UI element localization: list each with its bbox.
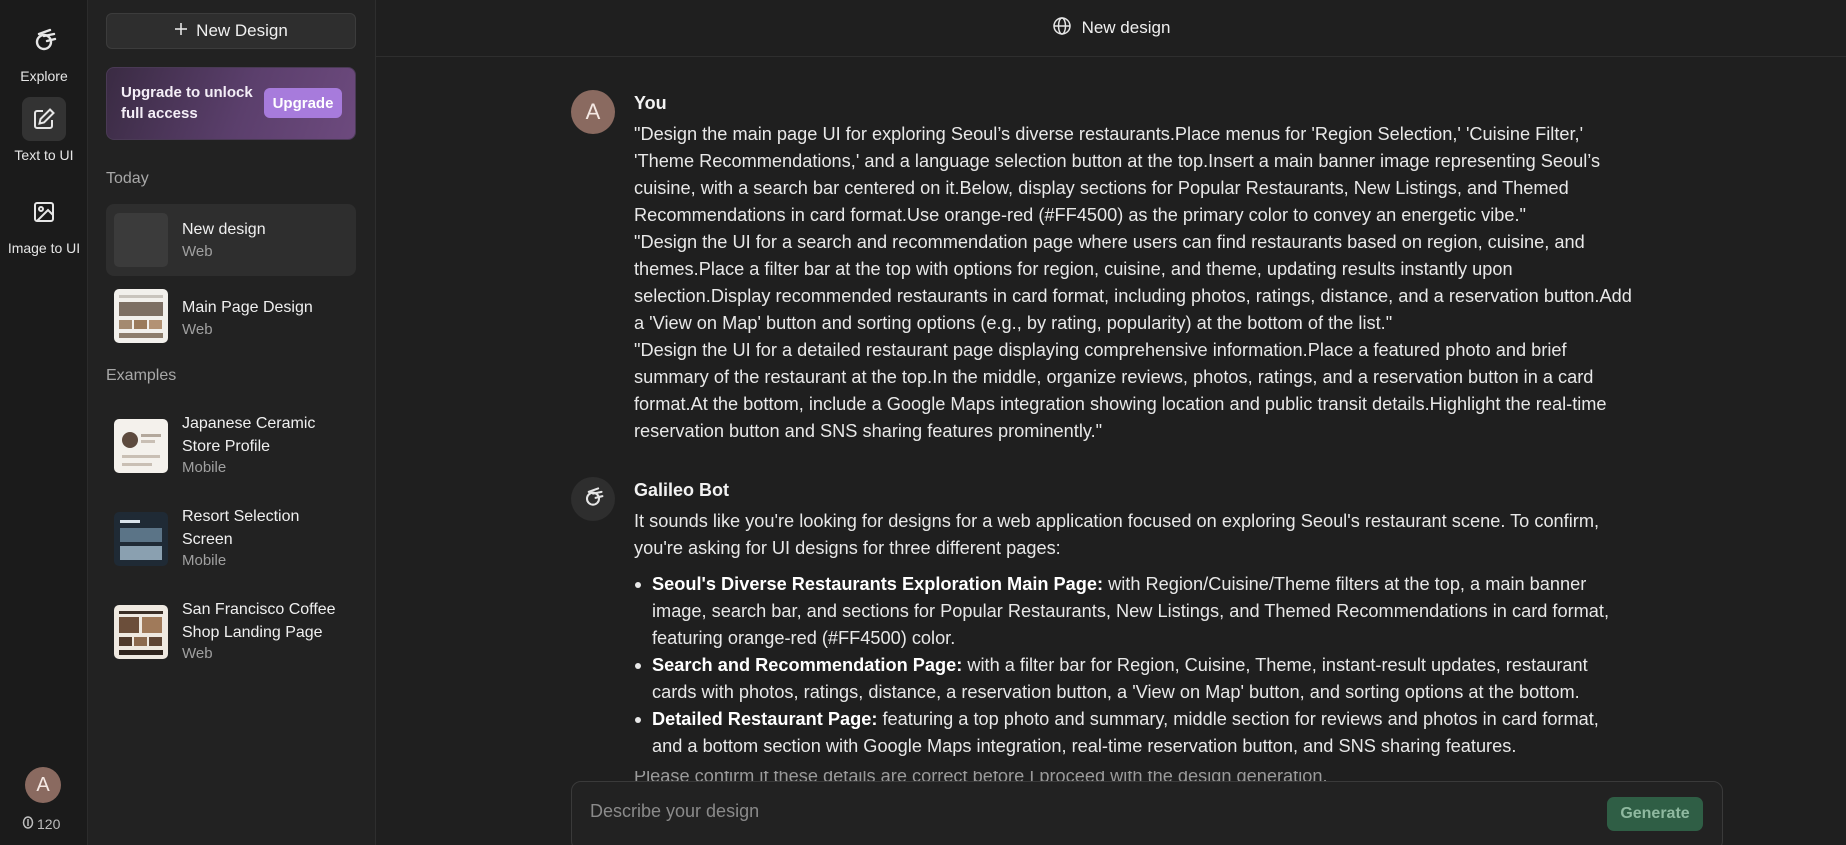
item-platform: Mobile	[182, 459, 227, 476]
sidebar: New Design Upgrade to unlock full access…	[88, 0, 376, 845]
item-platform: Mobile	[182, 552, 227, 569]
list-item: Search and Recommendation Page: with a f…	[634, 652, 1634, 706]
user-avatar[interactable]: A	[25, 767, 61, 803]
design-thumbnail	[114, 512, 168, 566]
edit-icon	[22, 97, 66, 141]
bot-message-trailing: Please confirm if these details are corr…	[634, 771, 1328, 781]
galileo-logo-icon	[581, 485, 605, 514]
item-title: Resort Selection Screen	[182, 508, 300, 548]
item-title: Japanese Ceramic Store Profile	[182, 415, 316, 455]
list-item: Seoul's Diverse Restaurants Exploration …	[634, 571, 1634, 652]
image-icon	[22, 190, 66, 234]
list-item: Detailed Restaurant Page: featuring a to…	[634, 706, 1634, 760]
item-title: San Francisco Coffee Shop Landing Page	[182, 601, 336, 641]
item-title: New design	[182, 221, 266, 238]
design-thumbnail	[114, 419, 168, 473]
upgrade-card: Upgrade to unlock full access Upgrade	[106, 67, 356, 140]
example-item-sf-coffee[interactable]: San Francisco Coffee Shop Landing Page W…	[106, 593, 356, 673]
prompt-composer: Generate	[571, 781, 1723, 845]
credit-icon	[22, 816, 34, 832]
item-platform: Web	[182, 645, 213, 662]
design-thumbnail	[114, 213, 168, 267]
item-platform: Web	[182, 321, 213, 338]
credits-value: 120	[37, 816, 61, 832]
user-message-avatar: A	[571, 90, 615, 134]
item-platform: Web	[182, 243, 213, 260]
rail-label: Image to UI	[7, 240, 81, 256]
new-design-label: New Design	[196, 21, 288, 40]
example-item-resort-selection[interactable]: Resort Selection Screen Mobile	[106, 500, 356, 580]
globe-icon	[1052, 16, 1072, 41]
rail-label: Explore	[20, 68, 68, 84]
plus-icon	[174, 21, 188, 41]
user-message-paragraph: "Design the UI for a detailed restaurant…	[634, 340, 1607, 441]
design-prompt-input[interactable]	[590, 796, 1570, 826]
rail-item-text-to-ui[interactable]: Text to UI	[0, 97, 88, 163]
icon-rail: Explore Text to UI Image to UI A 120	[0, 0, 88, 845]
new-design-button[interactable]: New Design	[106, 13, 356, 49]
example-item-japanese-ceramic[interactable]: Japanese Ceramic Store Profile Mobile	[106, 407, 356, 487]
chat-header: New design	[376, 0, 1846, 57]
bot-message-intro: It sounds like you're looking for design…	[634, 511, 1600, 558]
credits-counter: 120	[22, 816, 60, 832]
upgrade-button[interactable]: Upgrade	[264, 88, 342, 118]
user-message-author: You	[634, 93, 667, 113]
design-thumbnail	[114, 289, 168, 343]
user-message-body: "Design the main page UI for exploring S…	[634, 121, 1634, 445]
bot-message-body: It sounds like you're looking for design…	[634, 508, 1634, 760]
generate-button[interactable]: Generate	[1607, 797, 1703, 831]
user-message-paragraph: "Design the main page UI for exploring S…	[634, 124, 1601, 225]
bot-message-author: Galileo Bot	[634, 480, 730, 500]
rail-label: Text to UI	[14, 147, 74, 163]
user-message-paragraph: "Design the UI for a search and recommen…	[634, 232, 1632, 333]
rail-item-explore[interactable]: Explore	[0, 18, 88, 84]
history-item-main-page-design[interactable]: Main Page Design Web	[106, 282, 356, 354]
bot-avatar	[571, 477, 615, 521]
upgrade-text: Upgrade to unlock full access	[121, 84, 253, 122]
today-label: Today	[106, 170, 149, 187]
bot-message-list: Seoul's Diverse Restaurants Exploration …	[634, 571, 1634, 760]
rail-item-image-to-ui[interactable]: Image to UI	[0, 190, 88, 256]
history-item-new-design[interactable]: New design Web	[106, 204, 356, 276]
galileo-logo-icon	[22, 18, 66, 62]
chat-title: New design	[1081, 18, 1171, 37]
chat-main: New design A You "Design the main page U…	[376, 0, 1846, 845]
design-thumbnail	[114, 605, 168, 659]
item-title: Main Page Design	[182, 299, 313, 316]
examples-label: Examples	[106, 367, 177, 384]
